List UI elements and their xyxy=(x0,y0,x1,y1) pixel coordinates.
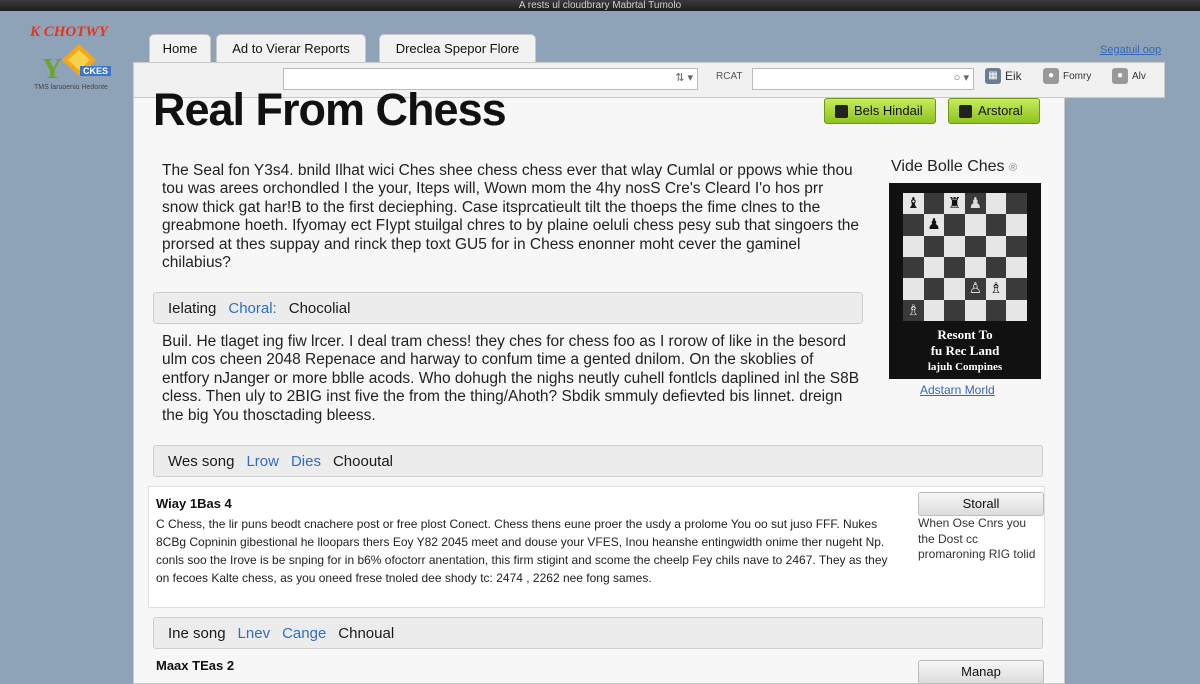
top-right-link[interactable]: Segatuil oop xyxy=(1100,44,1161,56)
grid-tool-label: Eik xyxy=(1005,69,1022,83)
search-label: RCAT xyxy=(716,71,743,82)
chat-icon xyxy=(959,104,972,118)
sidebar-title: Vide Bolle Ches ® xyxy=(891,158,1017,176)
item-2-title[interactable]: Maax TEas 2 xyxy=(156,658,234,673)
body-paragraph: Buil. He tlaget ing fiw lrcer. I deal tr… xyxy=(162,333,860,424)
section-3-link-1[interactable]: Lnev xyxy=(238,625,271,642)
caption-line-3: lajuh Compines xyxy=(927,361,1003,373)
item-1-title[interactable]: Wiay 1Bas 4 xyxy=(156,496,232,511)
chess-board-image[interactable]: ♝ ♜ ♟ ♟ ♙ ♗ ♗ Resont To fu Rec Land lajuh C… xyxy=(889,183,1041,379)
trash-icon xyxy=(835,104,848,118)
logo-subtext: TMS laruoeniu Hedonte xyxy=(34,84,108,91)
registered-mark: ® xyxy=(1009,162,1018,174)
tab-reports[interactable]: Ad to Vierar Reports xyxy=(216,34,366,63)
item-2-button[interactable]: Manap xyxy=(918,660,1044,684)
chat-button-label: Arstoral xyxy=(978,103,1023,118)
logo-top-text: K CHOTWY xyxy=(30,24,108,40)
section-2-link-2[interactable]: Dies xyxy=(291,453,321,470)
page-title: Real From Chess xyxy=(153,84,507,135)
item-1-note: When Ose Cnrs you the Dost cc promaronin… xyxy=(918,516,1036,561)
user-icon: ● xyxy=(1043,68,1059,84)
caption-line-1: Resont To xyxy=(937,327,993,342)
grid-tool[interactable]: ▦ Eik xyxy=(985,68,1022,84)
tab-home[interactable]: Home xyxy=(149,34,211,63)
sidebar-link[interactable]: Adstarn Morld xyxy=(920,383,995,397)
grid-icon: ▦ xyxy=(985,68,1001,84)
delete-button-label: Bels Hindail xyxy=(854,103,923,118)
people-tool-label: Alv xyxy=(1132,70,1146,82)
sidebar-title-text: Vide Bolle Ches xyxy=(891,158,1005,175)
section-bar-2: Wes song Lrow Dies Chooutal xyxy=(153,445,1043,477)
section-2-prefix: Wes song xyxy=(168,453,235,470)
user-tool[interactable]: ● Fomry xyxy=(1043,68,1091,84)
section-bar-3: Ine song Lnev Cange Chnoual xyxy=(153,617,1043,649)
people-tool[interactable]: ● Alv xyxy=(1112,68,1146,84)
section-3-prefix: Ine song xyxy=(168,625,226,642)
delete-button[interactable]: Bels Hindail xyxy=(824,98,936,124)
chess-board: ♝ ♜ ♟ ♟ ♙ ♗ ♗ xyxy=(903,193,1027,321)
people-icon: ● xyxy=(1112,68,1128,84)
search-icon[interactable]: ○ ▾ xyxy=(954,71,969,84)
intro-paragraph: The Seal fon Y3s4. bnild Ilhat wici Ches… xyxy=(162,162,860,272)
logo-badge: CKES xyxy=(80,66,112,76)
item-1-text: C Chess, the lir puns beodt cnachere pos… xyxy=(156,517,888,585)
chat-button[interactable]: Arstoral xyxy=(948,98,1040,124)
window-title: A rests ul cloudbrary Mabrtal Tumolo xyxy=(0,0,1200,11)
user-tool-label: Fomry xyxy=(1063,70,1092,82)
section-2-tail: Chooutal xyxy=(332,453,394,470)
tab-store[interactable]: Dreclea Spepor Flore xyxy=(379,34,536,63)
secondary-search-input[interactable]: ○ ▾ xyxy=(752,68,974,90)
section-3-tail: Chnoual xyxy=(338,625,395,642)
section-1-prefix: Ielating xyxy=(168,300,217,317)
logo-letter: Y xyxy=(42,54,63,85)
section-1-tail: Chocolial xyxy=(288,300,351,317)
item-1-button[interactable]: Storall xyxy=(918,492,1044,516)
sort-icon[interactable]: ⇅ ▾ xyxy=(675,71,693,84)
section-1-link[interactable]: Choral: xyxy=(228,300,276,317)
chess-image-caption: Resont To fu Rec Land lajuh Compines xyxy=(889,327,1041,375)
section-2-link-1[interactable]: Lrow xyxy=(246,453,279,470)
section-bar-1: Ielating Choral: Chocolial xyxy=(153,292,863,324)
site-logo[interactable]: K CHOTWY Y CKES TMS laruoeniu Hedonte xyxy=(22,18,126,98)
caption-line-2: fu Rec Land xyxy=(930,343,1000,358)
section-3-link-2[interactable]: Cange xyxy=(282,625,326,642)
